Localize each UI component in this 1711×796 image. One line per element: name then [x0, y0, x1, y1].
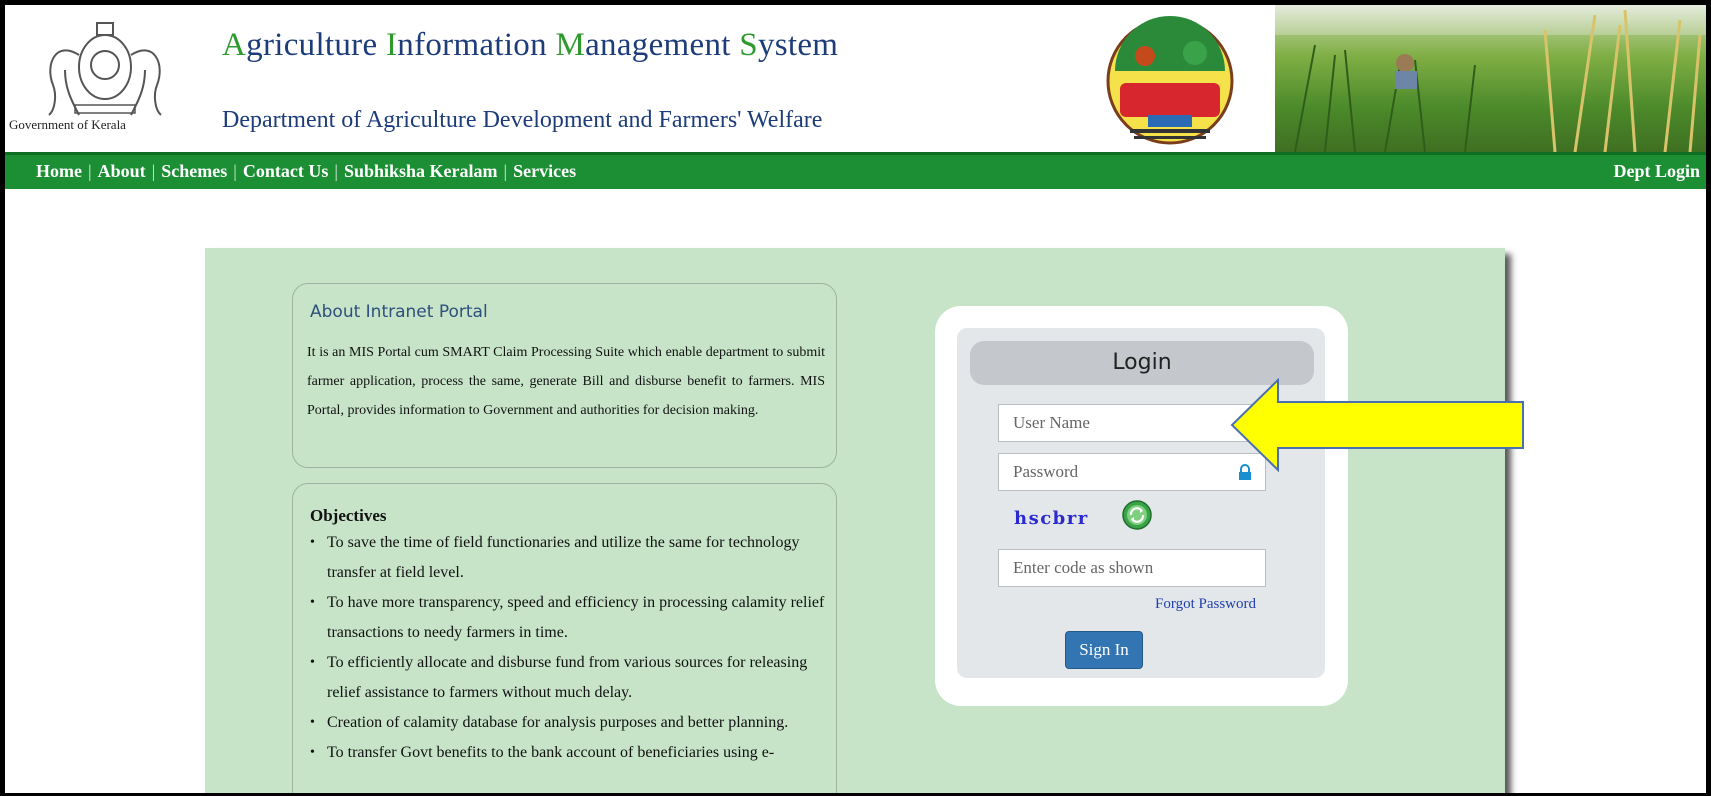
site-title-part: M [555, 27, 586, 63]
government-of-kerala-label: Government of Kerala [9, 117, 126, 132]
refresh-captcha-icon[interactable] [1122, 500, 1152, 530]
nav-contact-us[interactable]: Contact Us [243, 161, 329, 181]
dept-login-link[interactable]: Dept Login [1613, 161, 1700, 182]
list-item: To have more transparency, speed and eff… [307, 588, 827, 648]
main-nav-bar: Home | About | Schemes | Contact Us | Subhiksha … [5, 152, 1706, 189]
list-item: To efficiently allocate and disburse fun… [307, 648, 827, 708]
paddy-field-photo [1275, 5, 1706, 152]
list-item: To save the time of field functionaries … [307, 528, 827, 588]
nav-links: Home | About | Schemes | Contact Us | Subhiksha … [36, 161, 577, 181]
arrow-left-icon [1230, 377, 1526, 473]
nav-subhiksha-keralam[interactable]: Subhiksha Keralam [344, 161, 498, 181]
objectives-box: Objectives To save the time of field fun… [292, 483, 837, 796]
site-title-part: nformation [397, 27, 556, 63]
site-title: Agriculture Information Management Syste… [222, 27, 838, 64]
captcha-input[interactable] [999, 550, 1259, 586]
username-input[interactable] [999, 405, 1224, 441]
about-intranet-box: About Intranet Portal It is an MIS Porta… [292, 283, 837, 468]
password-input[interactable] [999, 454, 1224, 490]
site-title-part: ystem [757, 27, 839, 63]
objectives-list: To save the time of field functionaries … [307, 528, 827, 768]
forgot-password-link[interactable]: Forgot Password [1155, 596, 1256, 613]
password-field [998, 453, 1266, 491]
captcha-code: hscbrr [1014, 508, 1089, 529]
nav-services[interactable]: Services [513, 161, 576, 181]
nav-home[interactable]: Home [36, 161, 82, 181]
list-item: To transfer Govt benefits to the bank ac… [307, 738, 827, 768]
site-subtitle: Department of Agriculture Development an… [222, 107, 823, 133]
site-title-part: A [222, 27, 247, 63]
content-panel: About Intranet Portal It is an MIS Porta… [205, 248, 1505, 796]
site-title-part: griculture [246, 27, 386, 63]
site-title-part: I [385, 27, 398, 63]
nav-schemes[interactable]: Schemes [161, 161, 227, 181]
about-title: About Intranet Portal [310, 302, 488, 322]
site-title-part: anagement [585, 27, 740, 63]
sign-in-button[interactable]: Sign In [1065, 631, 1143, 669]
list-item: Creation of calamity database for analys… [307, 708, 827, 738]
about-text: It is an MIS Portal cum SMART Claim Proc… [307, 345, 825, 418]
objectives-title: Objectives [310, 506, 387, 525]
site-title-part: S [739, 27, 758, 63]
login-card: Login hscbrr [935, 306, 1348, 706]
captcha-field [998, 549, 1266, 587]
username-field [998, 404, 1266, 442]
subhiksha-keralam-logo [1100, 11, 1240, 151]
site-header: Government of Kerala Agriculture Informa… [5, 5, 1706, 152]
state-emblem-icon [48, 22, 162, 116]
nav-about[interactable]: About [98, 161, 146, 181]
